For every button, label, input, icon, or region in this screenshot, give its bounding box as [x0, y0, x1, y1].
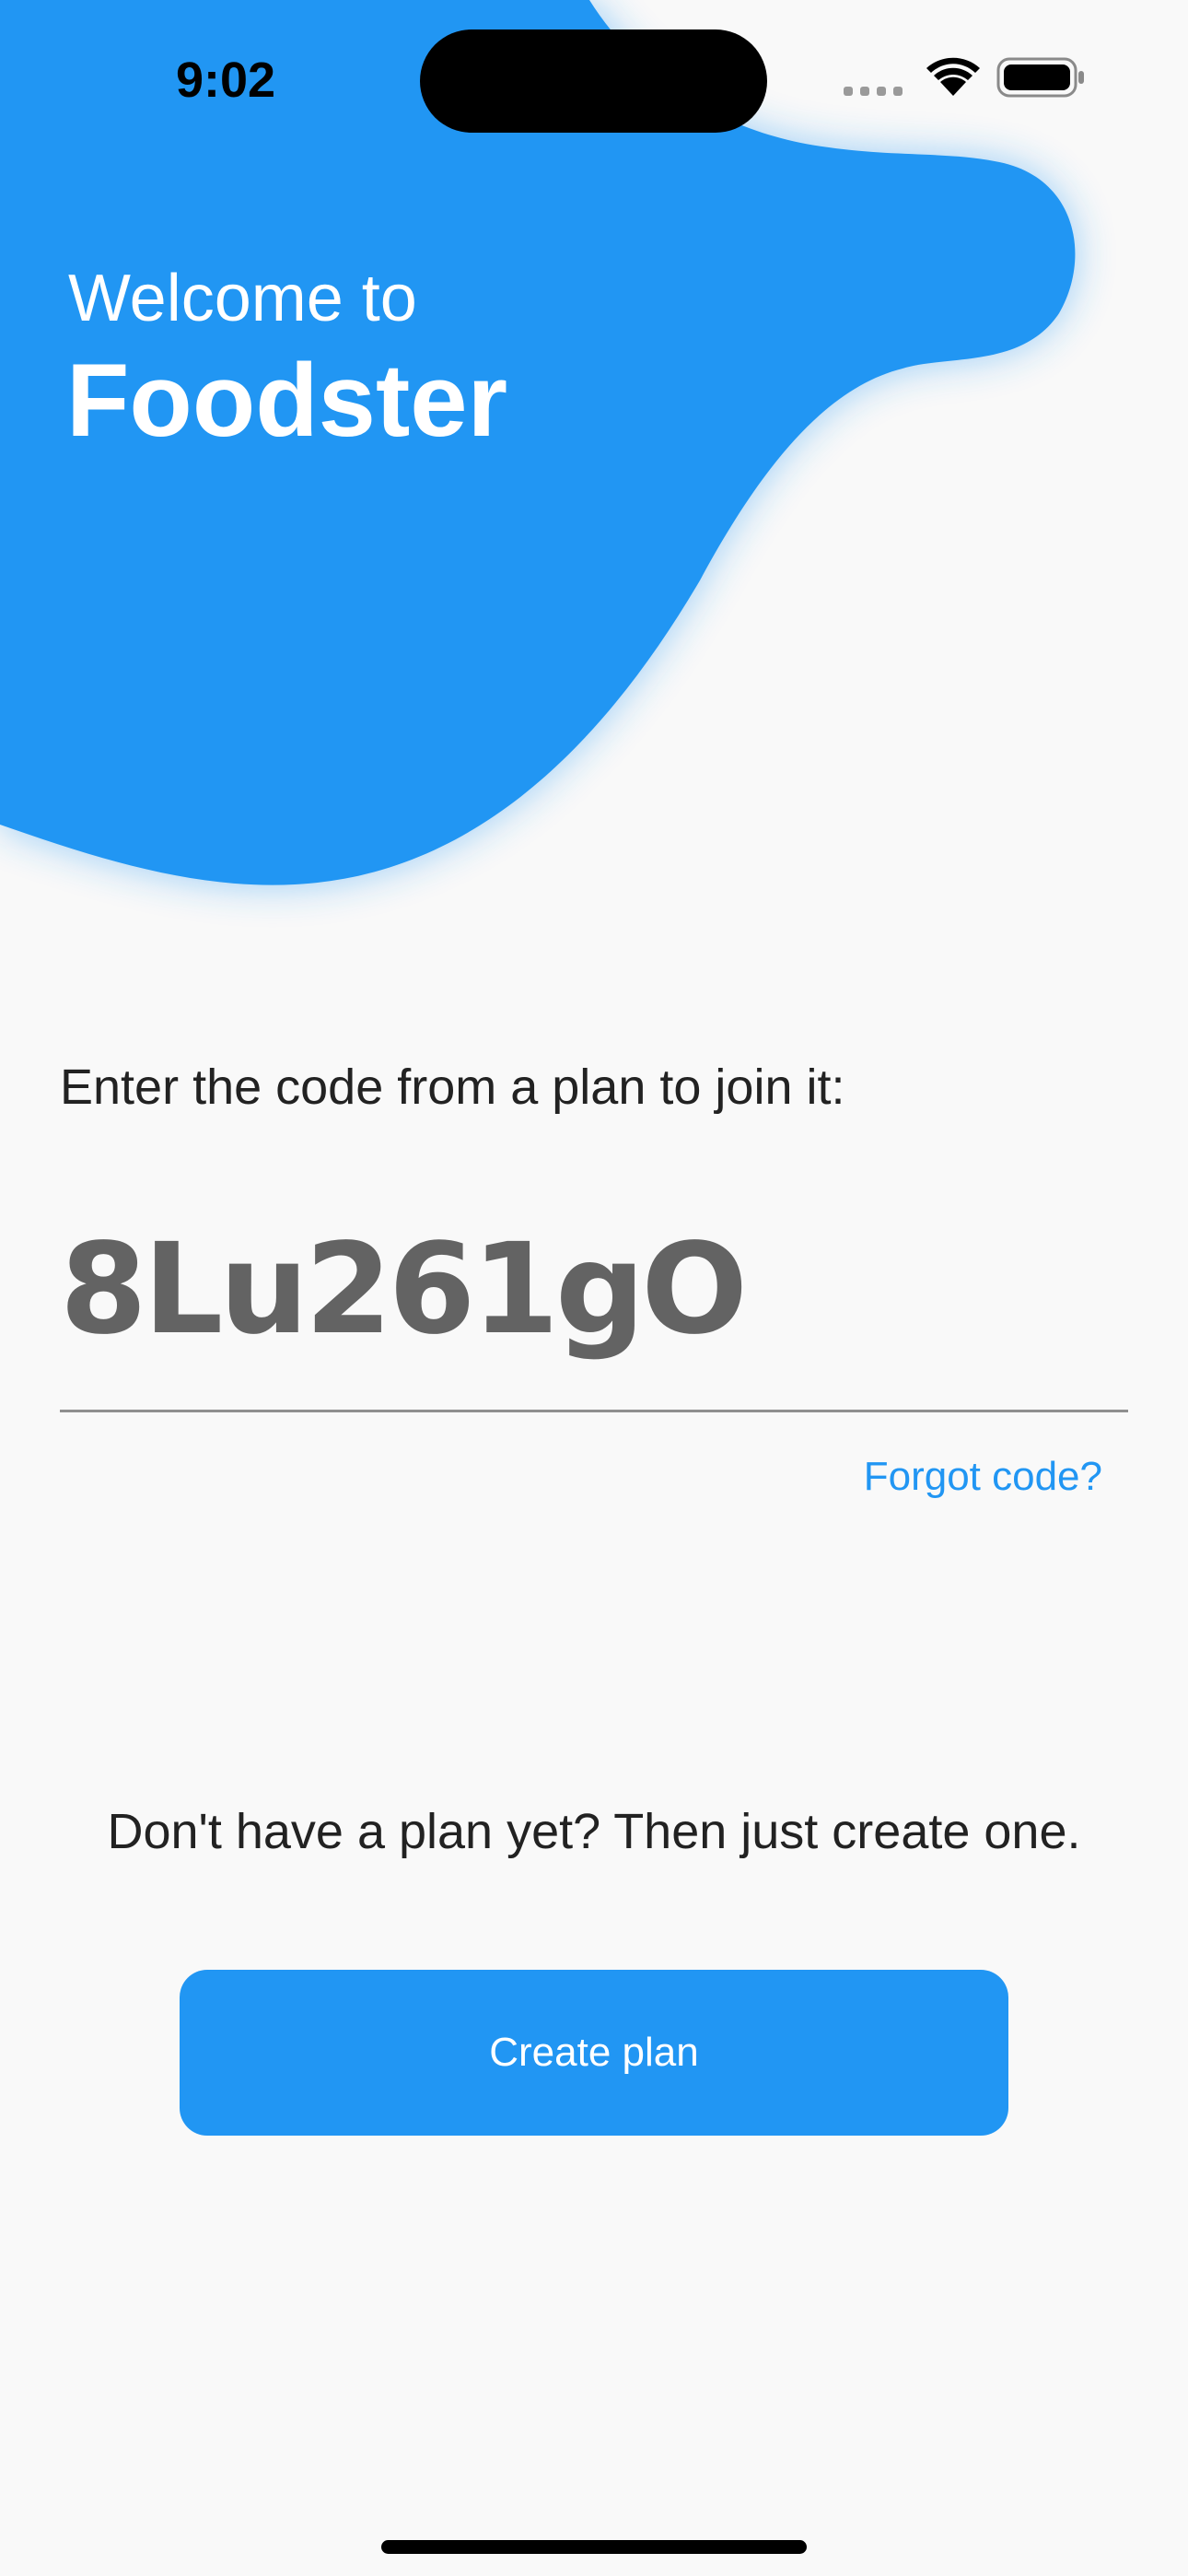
- cellular-icon: [844, 87, 903, 96]
- home-indicator[interactable]: [381, 2540, 807, 2554]
- join-prompt: Enter the code from a plan to join it:: [60, 1060, 845, 1115]
- plan-code-field: [60, 1188, 1128, 1412]
- battery-icon: [996, 57, 1084, 98]
- status-time: 9:02: [175, 53, 276, 108]
- dynamic-island: [420, 29, 767, 133]
- app-title: Foodster: [66, 343, 508, 458]
- wifi-icon: [926, 57, 980, 96]
- welcome-text: Welcome to: [68, 262, 417, 335]
- status-icons: [838, 55, 1087, 105]
- header-blob: [0, 0, 1188, 1013]
- create-prompt: Don't have a plan yet? Then just create …: [107, 1804, 1081, 1859]
- forgot-code-link[interactable]: Forgot code?: [864, 1446, 1102, 1507]
- join-plan-screen: 9:02 Welcome to Foodster Enter the code …: [0, 0, 1188, 2576]
- create-plan-button[interactable]: Create plan: [180, 1970, 1008, 2136]
- plan-code-input[interactable]: [60, 1188, 1128, 1391]
